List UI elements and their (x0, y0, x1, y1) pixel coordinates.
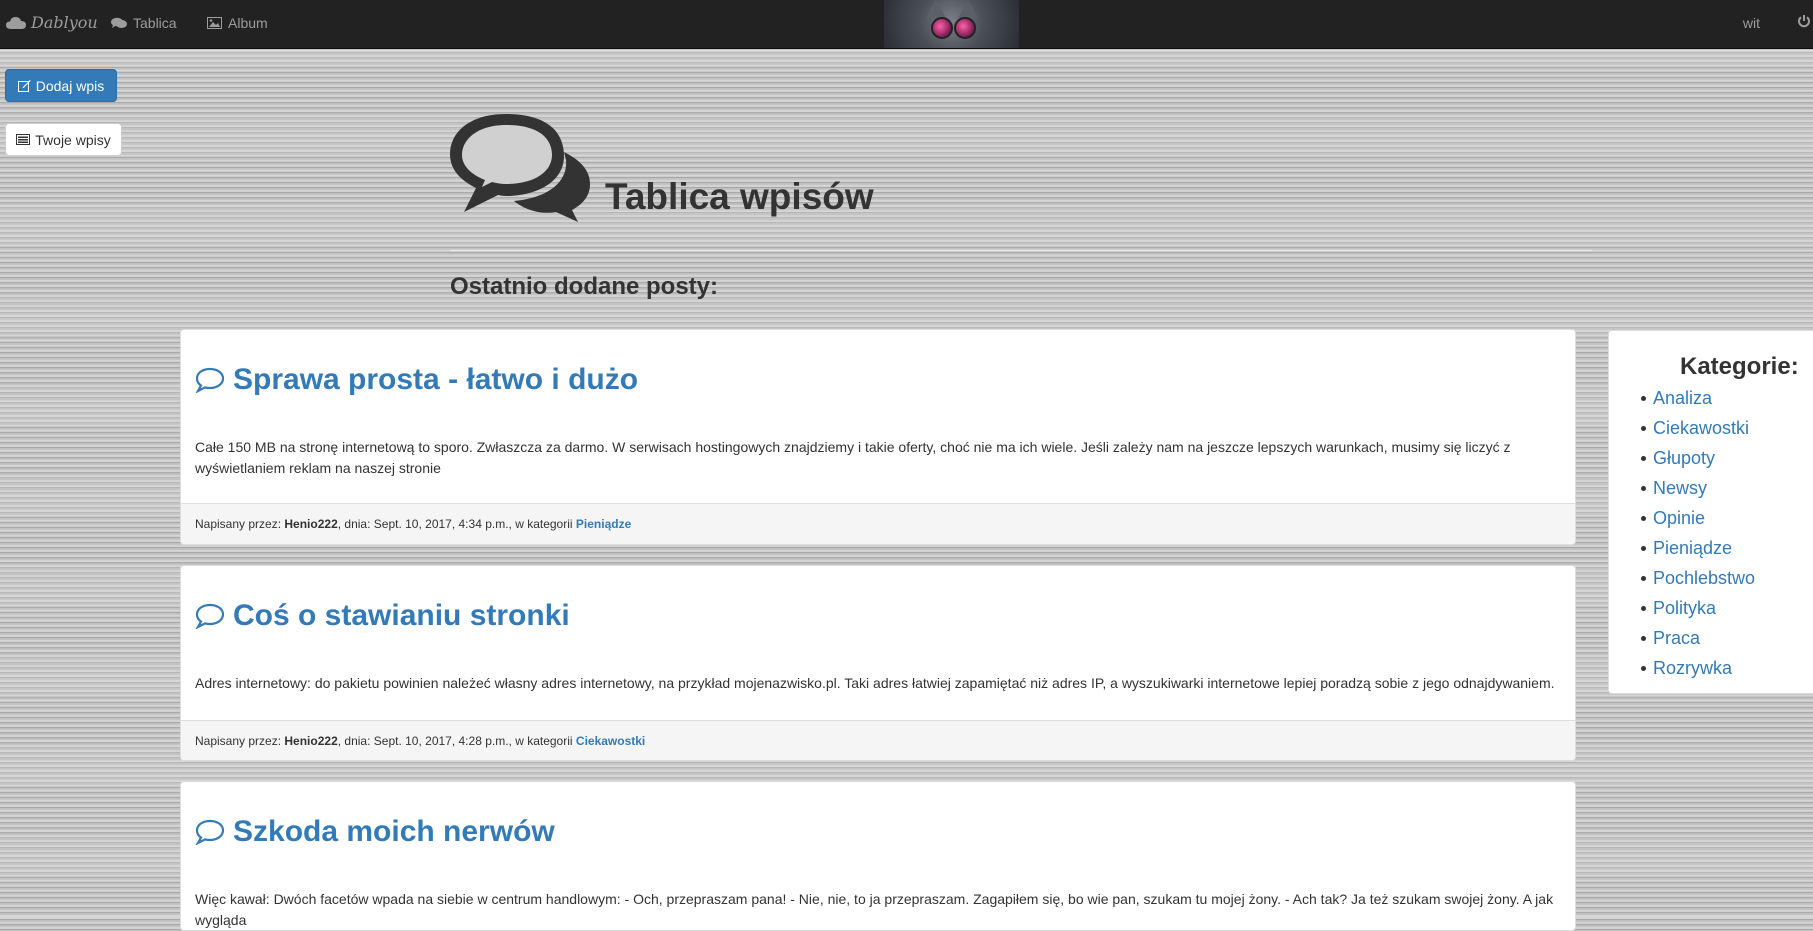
footer-prefix: Napisany przez: (195, 734, 282, 748)
nav-user-label: wit (1742, 15, 1760, 31)
logout-button[interactable] (1797, 14, 1811, 33)
nav-album[interactable]: Album (207, 15, 268, 31)
add-post-label: Dodaj wpis (35, 77, 105, 94)
category-item-pieniadze[interactable]: Pieniądze (1641, 533, 1755, 563)
post-title-link[interactable]: Coś o stawianiu stronki (195, 599, 570, 633)
post-title-text: Sprawa prosta - łatwo i dużo (233, 363, 639, 396)
category-item-praca[interactable]: Praca (1641, 623, 1755, 653)
category-item-rozrywka[interactable]: Rozrywka (1641, 653, 1755, 683)
category-label: Ciekawostki (1653, 418, 1750, 438)
category-item-polityka[interactable]: Polityka (1641, 593, 1755, 623)
picture-icon (207, 17, 222, 29)
category-item-pochlebstwo[interactable]: Pochlebstwo (1641, 563, 1755, 593)
category-label: Opinie (1653, 508, 1706, 528)
post-title-link[interactable]: Sprawa prosta - łatwo i dużo (195, 363, 638, 397)
post-author: Henio222 (284, 517, 338, 531)
category-label: Pochlebstwo (1653, 568, 1756, 588)
site-logo-cat (884, 0, 1019, 48)
category-label: Polityka (1653, 598, 1717, 618)
footer-date: , dnia: Sept. 10, 2017, 4:34 p.m., w kat… (337, 517, 573, 531)
add-post-button[interactable]: Dodaj wpis (5, 69, 117, 102)
post-body: Adres internetowy: do pakietu powinien n… (195, 675, 1555, 691)
power-icon (1798, 15, 1810, 28)
comment-icon (195, 367, 225, 393)
category-item-opinie[interactable]: Opinie (1641, 503, 1755, 533)
comments-icon (111, 17, 127, 28)
footer-date: , dnia: Sept. 10, 2017, 4:28 p.m., w kat… (337, 734, 573, 748)
post-category-link[interactable]: Pieniądze (576, 517, 631, 531)
nav-user[interactable]: wit (1743, 15, 1760, 31)
footer-prefix: Napisany przez: (195, 517, 282, 531)
top-navbar: Dablyou Tablica Album wit (0, 0, 1813, 49)
cloud-icon (6, 16, 26, 29)
category-label: Newsy (1653, 478, 1708, 498)
category-item-analiza[interactable]: Analiza (1641, 383, 1755, 413)
post-card: Coś o stawianiu stronki Adres internetow… (180, 565, 1576, 761)
category-item-glupoty[interactable]: Głupoty (1641, 443, 1755, 473)
post-body: Całe 150 MB na stronę internetową to spo… (195, 439, 1511, 476)
comments-large-icon (450, 114, 590, 222)
page-title: Tablica wpisów (605, 176, 874, 217)
post-category-link[interactable]: Ciekawostki (576, 734, 645, 748)
categories-list: Analiza Ciekawostki Głupoty Newsy Opinie… (1641, 383, 1755, 683)
nav-tablica[interactable]: Tablica (111, 15, 177, 31)
comment-icon (195, 819, 225, 845)
category-item-ciekawostki[interactable]: Ciekawostki (1641, 413, 1755, 443)
post-body: Więc kawał: Dwóch facetów wpada na siebi… (195, 891, 1554, 928)
post-card: Szkoda moich nerwów Więc kawał: Dwóch fa… (180, 781, 1576, 931)
edit-icon (17, 80, 31, 92)
post-author: Henio222 (284, 734, 338, 748)
category-label: Rozrywka (1653, 658, 1733, 678)
category-label: Praca (1653, 628, 1701, 648)
my-posts-button[interactable]: Twoje wpisy (5, 123, 122, 156)
brand-label: Dablyou (31, 13, 98, 32)
post-footer: Napisany przez: Henio222, dnia: Sept. 10… (181, 503, 1575, 544)
post-card: Sprawa prosta - łatwo i dużo Całe 150 MB… (180, 329, 1576, 545)
post-title-text: Coś o stawianiu stronki (233, 599, 570, 632)
section-subtitle: Ostatnio dodane posty: (450, 273, 719, 300)
post-footer: Napisany przez: Henio222, dnia: Sept. 10… (181, 720, 1575, 760)
nav-album-label: Album (228, 15, 268, 31)
brand-link[interactable]: Dablyou (6, 13, 98, 32)
list-icon (16, 134, 31, 145)
my-posts-label: Twoje wpisy (35, 131, 111, 148)
categories-title: Kategorie: (1680, 353, 1799, 380)
post-title-text: Szkoda moich nerwów (233, 815, 555, 848)
comment-icon (195, 603, 225, 629)
nav-tablica-label: Tablica (133, 15, 177, 31)
post-title-link[interactable]: Szkoda moich nerwów (195, 815, 555, 849)
category-label: Głupoty (1653, 448, 1716, 468)
category-label: Analiza (1653, 388, 1713, 408)
category-item-newsy[interactable]: Newsy (1641, 473, 1755, 503)
divider (450, 250, 1592, 251)
categories-panel: Kategorie: Analiza Ciekawostki Głupoty N… (1608, 330, 1813, 694)
category-label: Pieniądze (1653, 538, 1733, 558)
